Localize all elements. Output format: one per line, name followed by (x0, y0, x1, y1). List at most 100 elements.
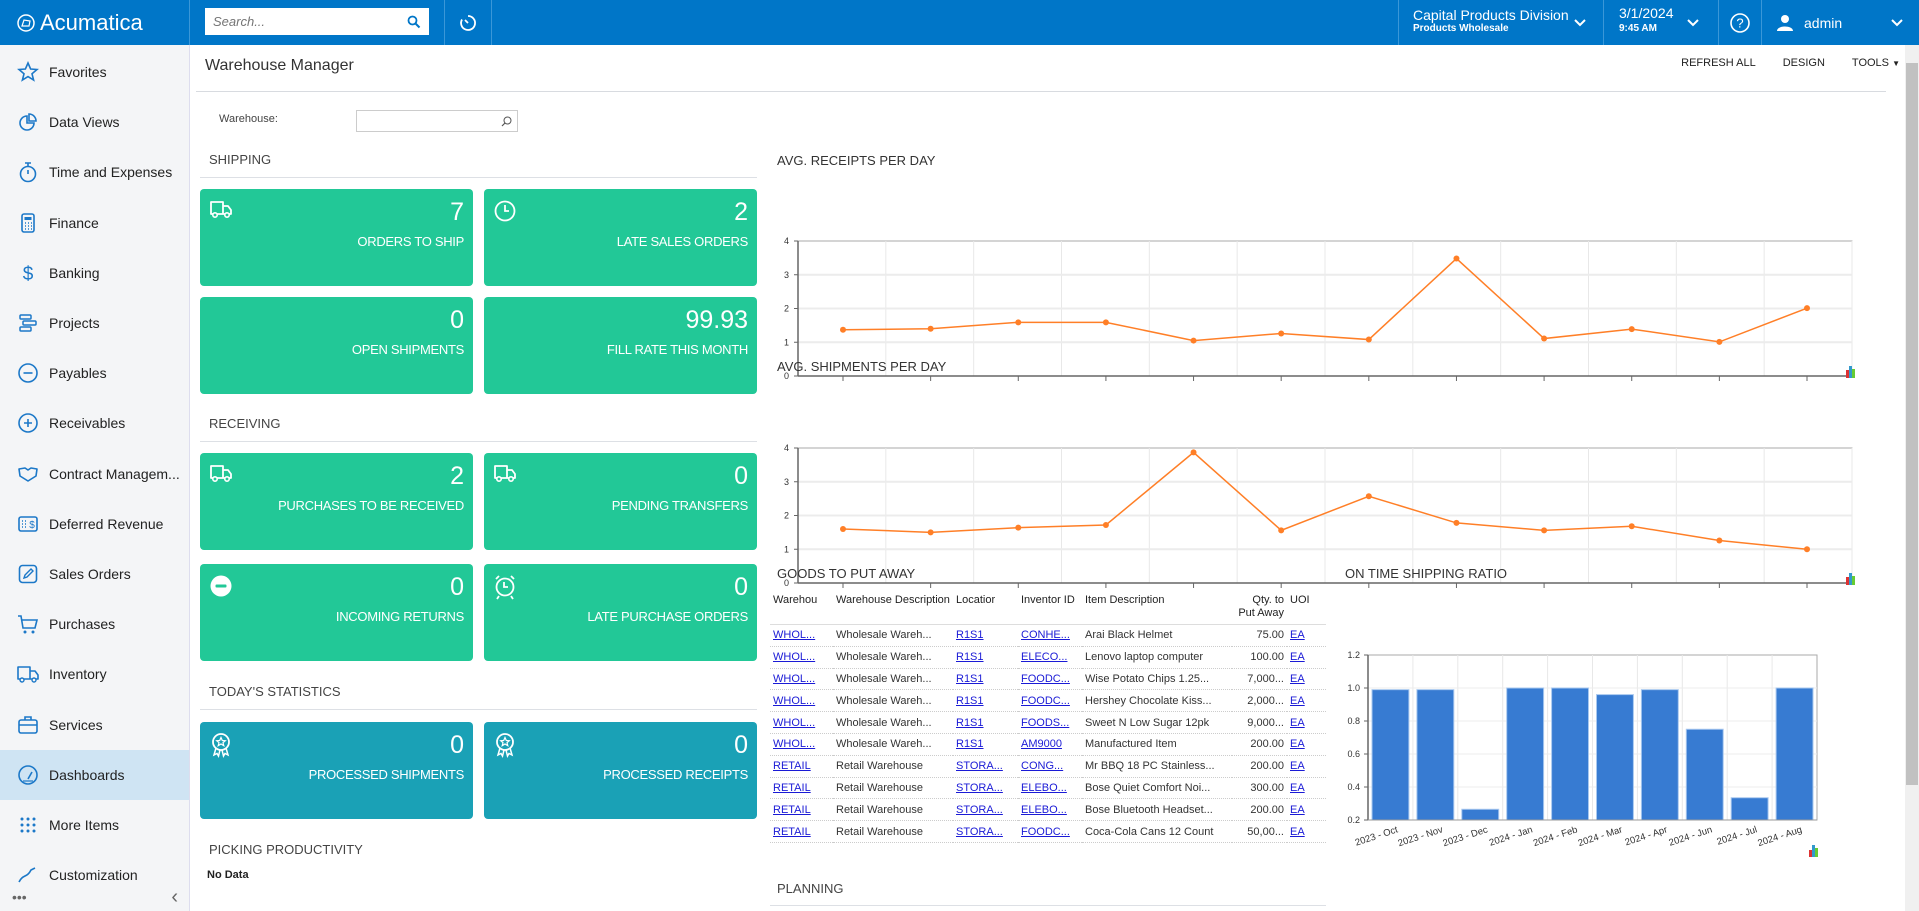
cell-warehouse-link[interactable]: RETAIL (773, 760, 811, 772)
data-point[interactable] (1365, 336, 1372, 343)
col-warehouse[interactable]: Warehou (770, 592, 833, 625)
cell-inventory-id[interactable]: FOODS... (1018, 711, 1082, 734)
cell-location-link[interactable]: R1S1 (956, 673, 984, 685)
cell-warehouse-link[interactable]: RETAIL (773, 804, 811, 816)
chart-type-icon[interactable] (1809, 845, 1818, 857)
table-row[interactable]: RETAIL Retail Warehouse STORA... ELEBO... Bo… (770, 777, 1326, 800)
table-row[interactable]: WHOL... Wholesale Wareh... R1S1 FOODC... Her… (770, 689, 1326, 713)
sidebar-item-finance[interactable]: Finance (0, 198, 189, 248)
acumatica-logo[interactable]: Acumatica (0, 0, 190, 45)
cell-warehouse[interactable]: WHOL... (770, 689, 833, 713)
bar[interactable] (1416, 689, 1455, 821)
cell-warehouse-link[interactable]: WHOL... (773, 629, 815, 641)
cell-location-link[interactable]: STORA... (956, 804, 1003, 816)
cell-warehouse[interactable]: RETAIL (770, 755, 833, 778)
col-qty[interactable]: Qty. to Put Away (1232, 592, 1287, 625)
cell-location[interactable]: R1S1 (953, 668, 1018, 691)
data-point[interactable] (1541, 527, 1548, 534)
data-point[interactable] (1804, 546, 1810, 553)
bar[interactable] (1596, 694, 1634, 821)
cell-location-link[interactable]: STORA... (956, 782, 1003, 794)
cell-uom-link[interactable]: EA (1290, 738, 1305, 750)
search-box[interactable] (205, 8, 429, 35)
sidebar-item-receivables[interactable]: Receivables (0, 398, 189, 448)
cell-inventory-id[interactable]: FOODC... (1018, 668, 1082, 691)
cell-warehouse[interactable]: RETAIL (770, 777, 833, 800)
bar[interactable] (1685, 728, 1724, 821)
tools-menu-button[interactable]: TOOLS ▼ (1852, 57, 1900, 69)
cell-inventory-id-link[interactable]: FOODC... (1021, 826, 1070, 838)
sidebar-item-sales-orders[interactable]: Sales Orders (0, 549, 189, 599)
cell-inventory-id[interactable]: ELEBO... (1018, 798, 1082, 822)
data-point[interactable] (1190, 337, 1197, 344)
cell-inventory-id-link[interactable]: ELEBO... (1021, 804, 1067, 816)
cell-inventory-id[interactable]: FOODC... (1018, 820, 1082, 843)
cell-location[interactable]: STORA... (953, 755, 1018, 778)
help-button[interactable]: ? (1718, 0, 1761, 45)
cell-inventory-id[interactable]: AM9000 (1018, 733, 1082, 756)
cell-warehouse-link[interactable]: RETAIL (773, 826, 811, 838)
bar[interactable] (1506, 687, 1545, 821)
collapse-sidebar-button[interactable]: ‹ (171, 886, 178, 909)
cell-uom[interactable]: EA (1287, 646, 1326, 669)
data-point[interactable] (1015, 524, 1022, 531)
data-point[interactable] (840, 326, 846, 333)
table-row[interactable]: WHOL... Wholesale Wareh... R1S1 FOODC... Wis… (770, 668, 1326, 691)
data-point[interactable] (1541, 335, 1548, 342)
cell-uom-link[interactable]: EA (1290, 717, 1305, 729)
sidebar-item-deferred-revenue[interactable]: $ Deferred Revenue (0, 499, 189, 549)
data-point[interactable] (1716, 537, 1723, 544)
data-point[interactable] (1102, 319, 1109, 326)
data-point[interactable] (1628, 523, 1635, 530)
tile-incoming-returns[interactable]: 0 INCOMING RETURNS (200, 564, 473, 661)
data-point[interactable] (1804, 305, 1810, 312)
cell-inventory-id[interactable]: FOODC... (1018, 689, 1082, 713)
cell-inventory-id-link[interactable]: ELEBO... (1021, 782, 1067, 794)
refresh-all-button[interactable]: REFRESH ALL (1681, 57, 1756, 69)
cell-uom-link[interactable]: EA (1290, 804, 1305, 816)
cell-location-link[interactable]: STORA... (956, 760, 1003, 772)
data-point[interactable] (1628, 326, 1635, 333)
branch-selector[interactable]: Capital Products Division Products Whole… (1398, 0, 1603, 45)
sidebar-item-data-views[interactable]: Data Views (0, 97, 189, 147)
cell-warehouse[interactable]: WHOL... (770, 733, 833, 756)
cell-location[interactable]: STORA... (953, 820, 1018, 843)
col-uom[interactable]: UOI (1287, 592, 1326, 625)
cell-uom[interactable]: EA (1287, 689, 1326, 713)
cell-inventory-id-link[interactable]: FOODC... (1021, 673, 1070, 685)
col-location[interactable]: Locatior (953, 592, 1018, 625)
cell-uom-link[interactable]: EA (1290, 629, 1305, 641)
cell-location-link[interactable]: STORA... (956, 826, 1003, 838)
table-row[interactable]: RETAIL Retail Warehouse STORA... FOODC... Co… (770, 820, 1326, 843)
search-icon[interactable] (407, 15, 421, 29)
bar[interactable] (1640, 689, 1679, 821)
search-icon[interactable] (501, 116, 512, 127)
sidebar-item-contract-managem[interactable]: Contract Managem... (0, 449, 189, 499)
cell-inventory-id[interactable]: CONHE... (1018, 624, 1082, 647)
data-point[interactable] (1015, 319, 1022, 326)
cell-uom-link[interactable]: EA (1290, 673, 1305, 685)
tile-pending-transfers[interactable]: 0 PENDING TRANSFERS (484, 453, 757, 550)
cell-inventory-id-link[interactable]: FOODC... (1021, 695, 1070, 707)
table-row[interactable]: WHOL... Wholesale Wareh... R1S1 ELECO... Len… (770, 646, 1326, 669)
cell-location-link[interactable]: R1S1 (956, 629, 984, 641)
table-row[interactable]: RETAIL Retail Warehouse STORA... ELEBO... Bo… (770, 798, 1326, 822)
search-input[interactable] (213, 14, 407, 29)
design-button[interactable]: DESIGN (1783, 57, 1825, 69)
cell-uom-link[interactable]: EA (1290, 760, 1305, 772)
sidebar-item-favorites[interactable]: Favorites (0, 47, 189, 97)
scrollbar-thumb[interactable] (1906, 63, 1918, 785)
tile-purchases-to-be-received[interactable]: 2 PURCHASES TO BE RECEIVED (200, 453, 473, 550)
sidebar-item-purchases[interactable]: Purchases (0, 599, 189, 649)
cell-warehouse-link[interactable]: WHOL... (773, 717, 815, 729)
data-point[interactable] (927, 325, 934, 332)
cell-uom[interactable]: EA (1287, 733, 1326, 756)
cell-inventory-id-link[interactable]: CONG... (1021, 760, 1063, 772)
cell-uom[interactable]: EA (1287, 624, 1326, 647)
cell-warehouse-link[interactable]: WHOL... (773, 673, 815, 685)
cell-warehouse-link[interactable]: WHOL... (773, 695, 815, 707)
table-row[interactable]: WHOL... Wholesale Wareh... R1S1 FOODS... Swe… (770, 711, 1326, 734)
cell-uom-link[interactable]: EA (1290, 826, 1305, 838)
cell-inventory-id-link[interactable]: ELECO... (1021, 651, 1067, 663)
cell-warehouse-link[interactable]: WHOL... (773, 738, 815, 750)
